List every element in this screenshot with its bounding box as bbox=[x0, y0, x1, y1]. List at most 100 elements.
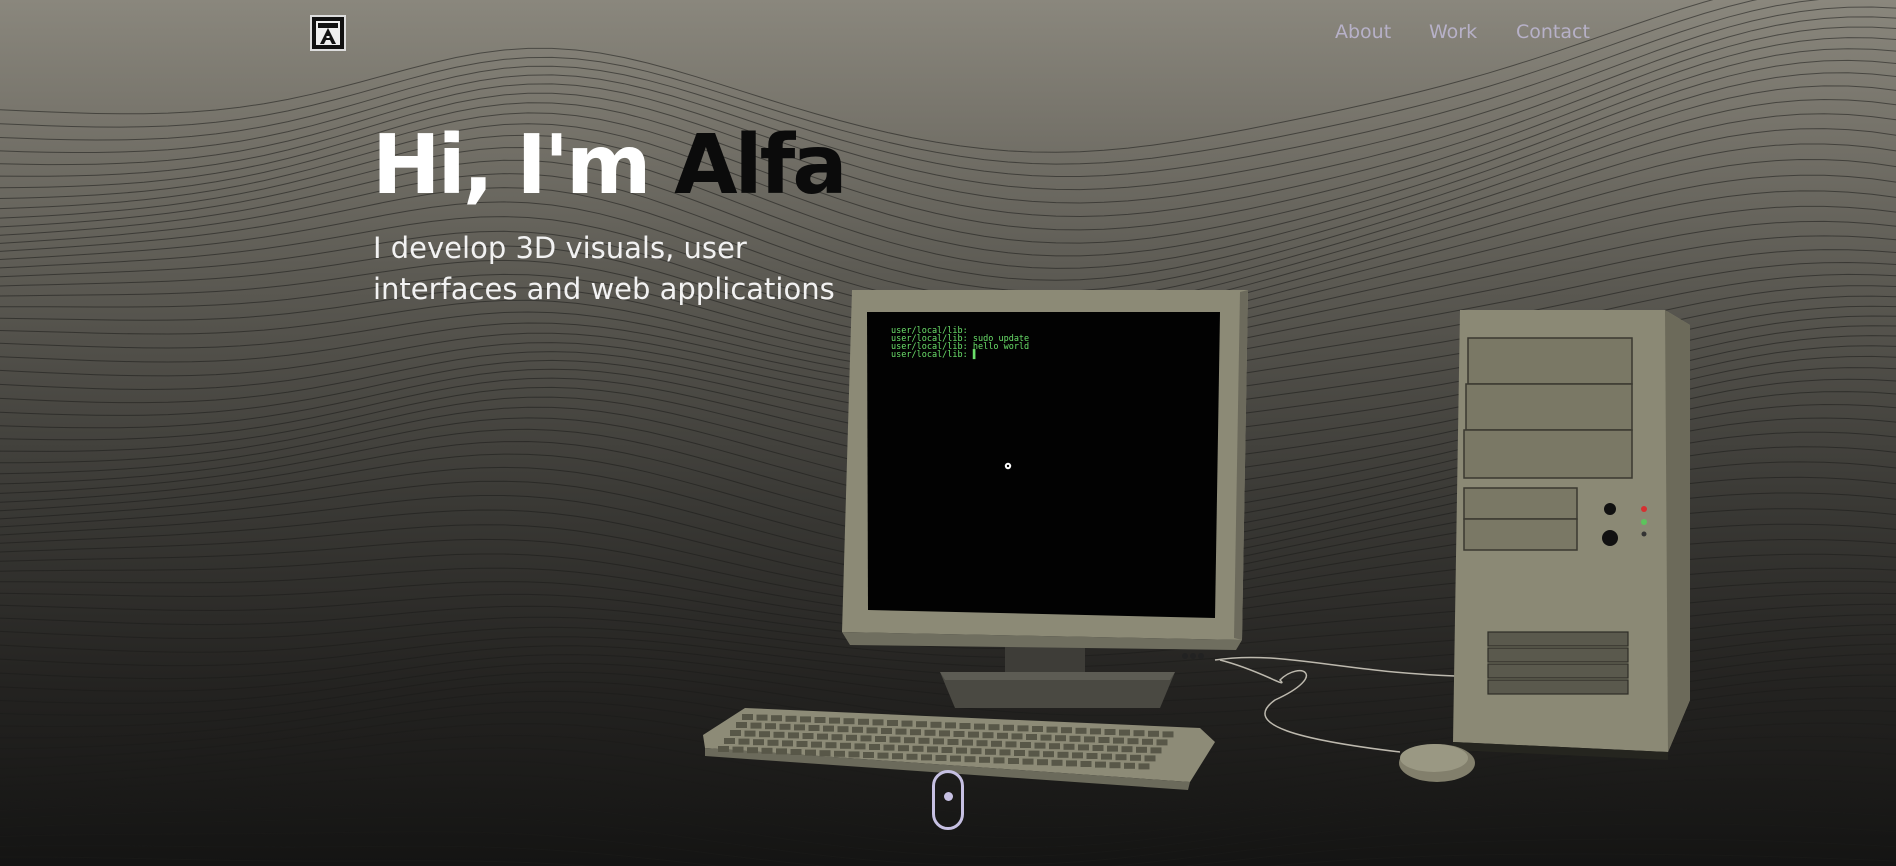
keyboard-key bbox=[771, 715, 782, 722]
mouse-scroll-icon[interactable] bbox=[932, 770, 964, 830]
keyboard-key bbox=[1130, 754, 1141, 761]
keyboard-key bbox=[991, 740, 1002, 747]
keyboard-key bbox=[1080, 761, 1092, 767]
keyboard-key bbox=[1115, 754, 1127, 761]
keyboard-key bbox=[811, 741, 822, 748]
keyboard-key bbox=[724, 738, 735, 744]
keyboard-key bbox=[744, 730, 756, 737]
keyboard-key bbox=[796, 741, 808, 747]
keyboard-key bbox=[956, 747, 967, 754]
keyboard-key bbox=[846, 734, 857, 741]
keyboard-key bbox=[732, 746, 744, 753]
keyboard-key bbox=[993, 757, 1005, 764]
keyboard-key bbox=[776, 748, 787, 755]
keyboard-key bbox=[877, 752, 889, 759]
keyboard-key bbox=[1057, 751, 1069, 758]
terminal-line-4: user/local/lib: ▌ bbox=[891, 349, 978, 360]
keyboard-key bbox=[1066, 760, 1077, 767]
keyboard-key bbox=[1162, 731, 1174, 738]
computer-scene: user/local/lib: user/local/lib: sudo upd… bbox=[703, 290, 1690, 790]
keyboard-key bbox=[887, 720, 898, 726]
keyboard-key bbox=[1017, 725, 1029, 732]
keyboard-key bbox=[1104, 729, 1116, 735]
keyboard-key bbox=[881, 728, 892, 734]
keyboard-key bbox=[999, 749, 1011, 756]
keyboard-key bbox=[814, 717, 826, 723]
keyboard-key bbox=[808, 725, 820, 731]
keyboard-key bbox=[840, 742, 851, 749]
keyboard-key bbox=[1051, 759, 1063, 766]
keyboard-key bbox=[1113, 737, 1124, 744]
keyboard-key bbox=[1090, 728, 1101, 735]
keyboard-key bbox=[829, 717, 840, 724]
keyboard-key bbox=[742, 714, 753, 720]
keyboard-key bbox=[863, 752, 874, 758]
keyboard-key bbox=[912, 745, 924, 752]
keyboard-key bbox=[805, 749, 816, 756]
keyboard-key bbox=[834, 750, 845, 757]
keyboard-key bbox=[1150, 747, 1162, 754]
keyboard-key bbox=[939, 730, 950, 737]
keyboard-key bbox=[756, 714, 768, 721]
keyboard-key bbox=[974, 723, 985, 730]
keyboard-key bbox=[785, 715, 797, 722]
keyboard-key bbox=[1005, 741, 1017, 748]
keyboard-key bbox=[1133, 730, 1145, 737]
keyboard-key bbox=[1144, 755, 1156, 762]
keyboard-key bbox=[718, 746, 729, 752]
keyboard-key bbox=[959, 723, 971, 729]
keyboard-key bbox=[875, 736, 886, 742]
keyboard-key bbox=[831, 734, 843, 741]
keyboard-key bbox=[860, 735, 872, 742]
keyboard-key bbox=[858, 718, 869, 725]
keyboard-key bbox=[1069, 735, 1081, 742]
keyboard-key bbox=[819, 750, 831, 757]
keyboard-key bbox=[1138, 763, 1150, 770]
keyboard-key bbox=[825, 742, 837, 749]
computer-mouse bbox=[1399, 744, 1475, 782]
keyboard-key bbox=[976, 740, 988, 747]
keyboard-key bbox=[935, 755, 947, 761]
keyboard-key bbox=[898, 745, 909, 752]
cursor-icon bbox=[1004, 462, 1012, 470]
keyboard-key bbox=[924, 729, 936, 736]
keyboard-key bbox=[927, 746, 938, 753]
keyboard-key bbox=[765, 723, 776, 730]
keyboard-key bbox=[945, 722, 956, 729]
keyboard-key bbox=[866, 727, 878, 734]
pc-tower bbox=[1453, 310, 1690, 760]
keyboard-key bbox=[1014, 750, 1025, 756]
keyboard-key bbox=[997, 732, 1008, 739]
keyboard-key bbox=[1020, 742, 1031, 748]
keyboard-key bbox=[1156, 739, 1168, 746]
keyboard-key bbox=[817, 733, 828, 740]
keyboard-key bbox=[1046, 726, 1058, 733]
keyboard-key bbox=[1072, 752, 1083, 759]
keyboard-key bbox=[988, 724, 1000, 731]
keyboard-key bbox=[837, 726, 849, 733]
keyboard-key bbox=[970, 748, 982, 755]
keyboard-key bbox=[918, 737, 930, 744]
keyboard-key bbox=[1086, 753, 1098, 759]
keyboard-key bbox=[738, 738, 750, 745]
keyboard-key bbox=[1136, 746, 1147, 753]
keyboard-key bbox=[1043, 751, 1054, 758]
keyboard-key bbox=[1124, 762, 1135, 769]
scroll-wheel-dot bbox=[944, 792, 953, 801]
keyboard-cable bbox=[1214, 656, 1456, 677]
keyboard-key bbox=[747, 747, 758, 754]
keyboard-key bbox=[1055, 735, 1066, 742]
keyboard-key bbox=[730, 730, 741, 736]
keyboard-key bbox=[953, 731, 965, 737]
keyboard-key bbox=[800, 716, 811, 723]
keyboard-key bbox=[788, 732, 799, 739]
keyboard-key bbox=[889, 736, 901, 743]
keyboard-key bbox=[1026, 734, 1037, 740]
keyboard-key bbox=[1037, 759, 1048, 766]
keyboard-key bbox=[773, 731, 785, 738]
keyboard-key bbox=[869, 744, 880, 750]
keyboard-key bbox=[1121, 746, 1133, 753]
keyboard-key bbox=[1095, 761, 1106, 768]
keyboard-key bbox=[1032, 726, 1043, 732]
keyboard-key bbox=[1092, 745, 1104, 751]
